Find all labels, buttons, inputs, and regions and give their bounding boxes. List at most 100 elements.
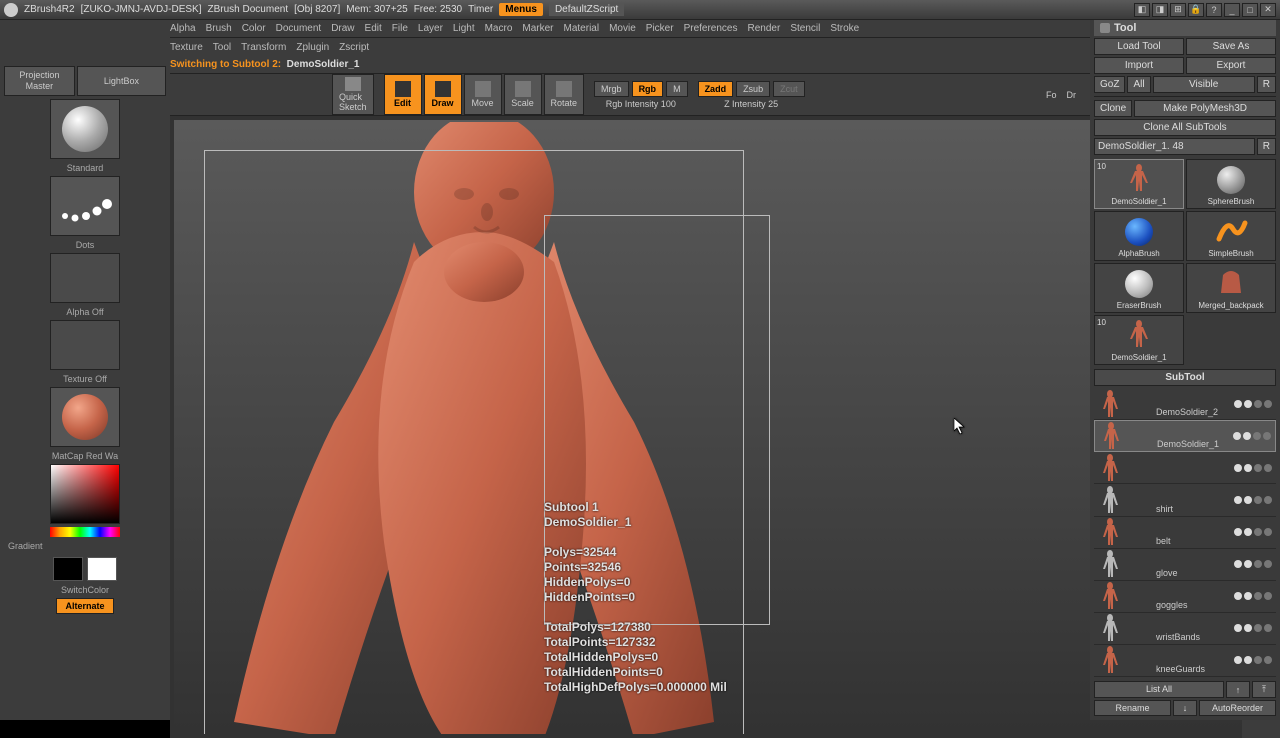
mrgb-button[interactable]: Mrgb bbox=[594, 81, 629, 97]
z-intensity[interactable]: Z Intensity 25 bbox=[720, 99, 782, 109]
subtool-row[interactable]: wristBands bbox=[1094, 613, 1276, 645]
subtool-vis-icons[interactable] bbox=[1234, 560, 1272, 568]
hue-bar[interactable] bbox=[50, 527, 120, 537]
menu-transform[interactable]: Transform bbox=[241, 42, 286, 53]
make-polymesh-button[interactable]: Make PolyMesh3D bbox=[1134, 100, 1276, 117]
menu-document[interactable]: Document bbox=[276, 23, 322, 34]
zcut-button[interactable]: Zcut bbox=[773, 81, 805, 97]
zadd-button[interactable]: Zadd bbox=[698, 81, 734, 97]
save-as-button[interactable]: Save As bbox=[1186, 38, 1276, 55]
rgb-intensity[interactable]: Rgb Intensity 100 bbox=[602, 99, 680, 109]
menu-movie[interactable]: Movie bbox=[609, 23, 636, 34]
brush-swatch[interactable] bbox=[50, 99, 120, 159]
tool-panel-header[interactable]: Tool bbox=[1094, 20, 1276, 36]
subtool-vis-icons[interactable] bbox=[1234, 464, 1272, 472]
goz-all-button[interactable]: All bbox=[1127, 76, 1150, 93]
rgb-button[interactable]: Rgb bbox=[632, 81, 664, 97]
scale-mode-button[interactable]: Scale bbox=[504, 74, 542, 115]
rename-button[interactable]: Rename bbox=[1094, 700, 1171, 716]
quicksketch-button[interactable]: Quick Sketch bbox=[332, 74, 374, 115]
zsub-button[interactable]: Zsub bbox=[736, 81, 770, 97]
import-button[interactable]: Import bbox=[1094, 57, 1184, 74]
subtool-vis-icons[interactable] bbox=[1234, 400, 1272, 408]
menu-stroke[interactable]: Stroke bbox=[830, 23, 859, 34]
move-top-icon[interactable]: ⤒ bbox=[1252, 681, 1276, 698]
menu-brush[interactable]: Brush bbox=[206, 23, 232, 34]
focal-label[interactable]: Fo bbox=[1042, 90, 1061, 100]
autoreorder-button[interactable]: AutoReorder bbox=[1199, 700, 1276, 716]
menu-draw[interactable]: Draw bbox=[331, 23, 354, 34]
menu-file[interactable]: File bbox=[392, 23, 408, 34]
tool-demosoldier-2[interactable]: 10 DemoSoldier_1 bbox=[1094, 315, 1184, 365]
menu-picker[interactable]: Picker bbox=[646, 23, 674, 34]
tool-simplebrush[interactable]: SimpleBrush bbox=[1186, 211, 1276, 261]
rotate-mode-button[interactable]: Rotate bbox=[544, 74, 585, 115]
move-up-icon[interactable]: ↑ bbox=[1226, 681, 1250, 698]
current-tool[interactable]: DemoSoldier_1. 48 bbox=[1094, 138, 1255, 155]
menu-marker[interactable]: Marker bbox=[522, 23, 553, 34]
default-zscript[interactable]: DefaultZScript bbox=[549, 3, 624, 16]
goz-button[interactable]: GoZ bbox=[1094, 76, 1125, 93]
subtool-row[interactable]: kneeGuards bbox=[1094, 645, 1276, 677]
subtool-vis-icons[interactable] bbox=[1234, 624, 1272, 632]
projection-master-button[interactable]: Projection Master bbox=[4, 66, 75, 96]
subtool-vis-icons[interactable] bbox=[1234, 496, 1272, 504]
goz-visible-button[interactable]: Visible bbox=[1153, 76, 1255, 93]
texture-swatch[interactable] bbox=[50, 320, 120, 370]
switchcolor-label[interactable]: SwitchColor bbox=[4, 585, 166, 595]
edit-mode-button[interactable]: Edit bbox=[384, 74, 422, 115]
color-picker[interactable] bbox=[50, 464, 120, 524]
tool-merged-backpack[interactable]: Merged_backpack bbox=[1186, 263, 1276, 313]
m-button[interactable]: M bbox=[666, 81, 688, 97]
move-mode-button[interactable]: Move bbox=[464, 74, 502, 115]
primary-color[interactable] bbox=[87, 557, 117, 581]
alternate-button[interactable]: Alternate bbox=[56, 598, 113, 614]
clone-button[interactable]: Clone bbox=[1094, 100, 1132, 117]
menu-color[interactable]: Color bbox=[242, 23, 266, 34]
stroke-swatch[interactable] bbox=[50, 176, 120, 236]
material-swatch[interactable] bbox=[50, 387, 120, 447]
subtool-row[interactable] bbox=[1094, 452, 1276, 484]
clone-all-button[interactable]: Clone All SubTools bbox=[1094, 119, 1276, 136]
menu-material[interactable]: Material bbox=[564, 23, 600, 34]
menu-zplugin[interactable]: Zplugin bbox=[296, 42, 329, 53]
menu-preferences[interactable]: Preferences bbox=[684, 23, 738, 34]
layout-buttons[interactable]: ◧◨⊞🔒?_□✕ bbox=[1134, 3, 1276, 17]
secondary-color[interactable] bbox=[53, 557, 83, 581]
menu-stencil[interactable]: Stencil bbox=[790, 23, 820, 34]
draw-mode-button[interactable]: Draw bbox=[424, 74, 462, 115]
subtool-vis-icons[interactable] bbox=[1234, 656, 1272, 664]
menu-layer[interactable]: Layer bbox=[418, 23, 443, 34]
drawsize-label[interactable]: Dr bbox=[1063, 90, 1081, 100]
subtool-row[interactable]: belt bbox=[1094, 517, 1276, 549]
export-button[interactable]: Export bbox=[1186, 57, 1276, 74]
subtool-row[interactable]: DemoSoldier_1 bbox=[1094, 420, 1276, 452]
menu-light[interactable]: Light bbox=[453, 23, 475, 34]
subtool-row[interactable]: glove bbox=[1094, 549, 1276, 581]
subtool-row[interactable]: shirt bbox=[1094, 484, 1276, 516]
tool-spherebrush[interactable]: SphereBrush bbox=[1186, 159, 1276, 209]
menu-tool[interactable]: Tool bbox=[213, 42, 231, 53]
subtool-row[interactable]: goggles bbox=[1094, 581, 1276, 613]
viewport[interactable]: Subtool 1 DemoSoldier_1 Polys=32544 Poin… bbox=[174, 120, 1242, 734]
subtool-header[interactable]: SubTool bbox=[1094, 369, 1276, 386]
lightbox-button[interactable]: LightBox bbox=[77, 66, 166, 96]
menu-alpha[interactable]: Alpha bbox=[170, 23, 196, 34]
subtool-vis-icons[interactable] bbox=[1234, 528, 1272, 536]
menus-toggle[interactable]: Menus bbox=[499, 3, 543, 16]
current-tool-r[interactable]: R bbox=[1257, 138, 1276, 155]
subtool-vis-icons[interactable] bbox=[1233, 432, 1271, 440]
subtool-row[interactable]: DemoSoldier_2 bbox=[1094, 388, 1276, 420]
tool-alphabrush[interactable]: AlphaBrush bbox=[1094, 211, 1184, 261]
panel-pin-icon[interactable] bbox=[1100, 23, 1110, 33]
menu-edit[interactable]: Edit bbox=[365, 23, 382, 34]
list-all-button[interactable]: List All bbox=[1094, 681, 1224, 698]
subtool-vis-icons[interactable] bbox=[1234, 592, 1272, 600]
tool-eraserbrush[interactable]: EraserBrush bbox=[1094, 263, 1184, 313]
alpha-swatch[interactable] bbox=[50, 253, 120, 303]
menu-render[interactable]: Render bbox=[748, 23, 781, 34]
menu-macro[interactable]: Macro bbox=[485, 23, 513, 34]
move-down-icon[interactable]: ↓ bbox=[1173, 700, 1197, 716]
switch-color-swatches[interactable] bbox=[53, 557, 117, 581]
load-tool-button[interactable]: Load Tool bbox=[1094, 38, 1184, 55]
